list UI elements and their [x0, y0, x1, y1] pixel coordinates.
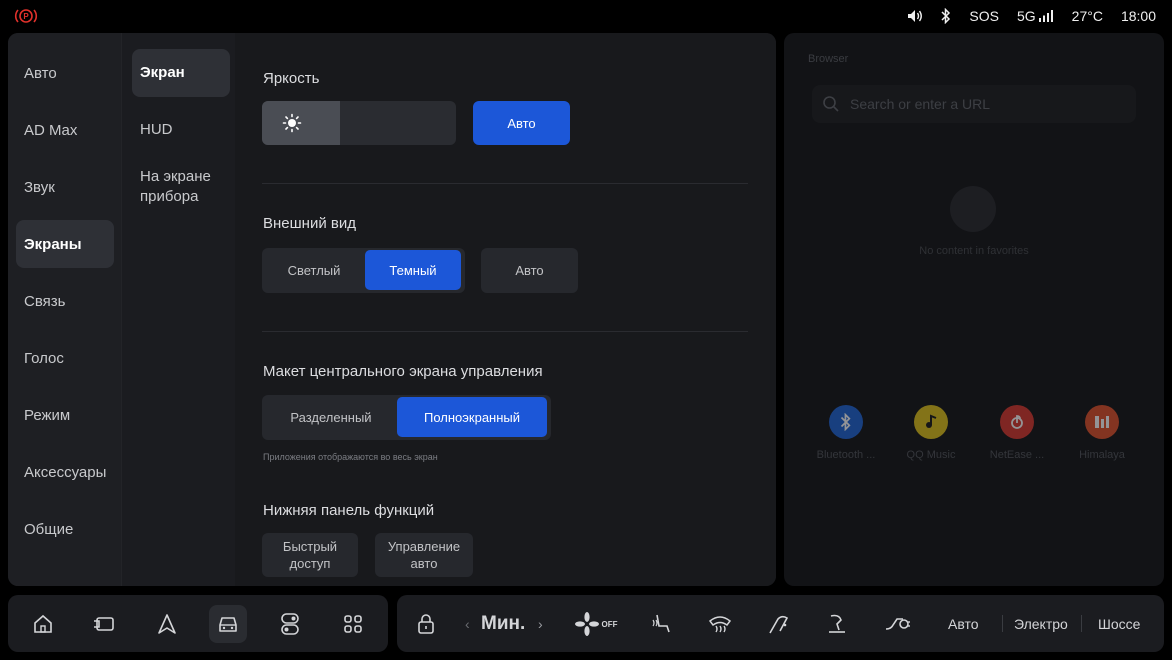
- seat-heating-icon[interactable]: [642, 605, 680, 643]
- quick-access-button[interactable]: Быстрый доступ: [262, 533, 358, 577]
- dock-right: ‹ Мин. › OFF Авто Электро Шоссе: [397, 595, 1164, 652]
- signal-icon: [1038, 10, 1053, 22]
- navigation-icon[interactable]: [148, 605, 186, 643]
- app-label: QQ Music: [906, 449, 956, 461]
- sidebar-item-screens[interactable]: Экраны: [16, 220, 114, 268]
- appearance-title: Внешний вид: [263, 215, 356, 232]
- layout-hint: Приложения отображаются во весь экран: [263, 452, 438, 462]
- apps-grid-icon[interactable]: [334, 605, 372, 643]
- divider: [1081, 615, 1082, 632]
- fan-increase-arrow[interactable]: ›: [538, 595, 543, 652]
- appearance-toggle: Светлый Темный: [262, 248, 465, 293]
- front-defrost-icon[interactable]: [701, 605, 739, 643]
- appearance-auto-button[interactable]: Авто: [481, 248, 578, 293]
- subnav-item-instrument-screen[interactable]: На экране прибора: [132, 167, 224, 207]
- browser-search-input[interactable]: Search or enter a URL: [812, 85, 1136, 123]
- appearance-dark-option[interactable]: Темный: [365, 250, 461, 290]
- layout-split-option[interactable]: Разделенный: [266, 397, 396, 437]
- sidebar-item-connection[interactable]: Связь: [16, 277, 114, 325]
- status-bar: P SOS 5G 27°C 18:00: [0, 0, 1172, 32]
- mode-auto-button[interactable]: Авто: [948, 595, 979, 652]
- search-icon: [823, 96, 839, 112]
- app-shortcut[interactable]: Bluetooth ...: [806, 405, 886, 461]
- browser-title: Browser: [808, 53, 849, 65]
- layout-title: Макет центрального экрана управления: [263, 363, 543, 380]
- settings-panel: Авто AD Max Звук Экраны Связь Голос Режи…: [8, 33, 776, 586]
- empty-favorites-icon: [950, 186, 996, 232]
- sidebar-item-mode[interactable]: Режим: [16, 391, 114, 439]
- clock: 18:00: [1120, 8, 1156, 24]
- toggle-icon[interactable]: [271, 605, 309, 643]
- sidebar-item-sound[interactable]: Звук: [16, 163, 114, 211]
- car-icon[interactable]: [209, 605, 247, 643]
- sos-label[interactable]: SOS: [969, 8, 999, 24]
- brightness-auto-button[interactable]: Авто: [473, 101, 570, 145]
- category-sidebar: Авто AD Max Звук Экраны Связь Голос Режи…: [8, 33, 121, 586]
- app-shortcut[interactable]: Himalaya: [1062, 405, 1142, 461]
- network-label: 5G: [1016, 8, 1036, 24]
- wallet-icon[interactable]: [85, 605, 123, 643]
- volume-icon[interactable]: [907, 9, 923, 23]
- subcategory-sidebar: Экран HUD На экране прибора: [121, 33, 235, 586]
- sun-icon: [282, 113, 302, 133]
- fan-icon[interactable]: OFF: [571, 605, 621, 643]
- bluetooth-app-icon: [829, 405, 863, 439]
- home-icon[interactable]: [24, 605, 62, 643]
- lock-icon[interactable]: [407, 605, 445, 643]
- mirror-icon[interactable]: [760, 605, 798, 643]
- brightness-slider[interactable]: [262, 101, 456, 145]
- sidebar-item-auto[interactable]: Авто: [16, 49, 114, 97]
- layout-fullscreen-option[interactable]: Полноэкранный: [397, 397, 547, 437]
- svg-text:P: P: [23, 12, 29, 21]
- app-shortcut[interactable]: NetEase ...: [977, 405, 1057, 461]
- temperature-label: 27°C: [1071, 8, 1103, 24]
- subnav-item-hud[interactable]: HUD: [132, 120, 230, 140]
- sidebar-item-ad-max[interactable]: AD Max: [16, 106, 114, 154]
- charging-port-icon[interactable]: [878, 605, 916, 643]
- sidebar-item-accessories[interactable]: Аксессуары: [16, 448, 114, 496]
- browser-empty-text: No content in favorites: [919, 245, 1029, 257]
- browser-search-placeholder: Search or enter a URL: [850, 96, 991, 112]
- sidebar-item-general[interactable]: Общие: [16, 505, 114, 553]
- steering-heat-icon[interactable]: [818, 605, 856, 643]
- fan-speed-label: Мин.: [481, 612, 526, 634]
- sidebar-item-voice[interactable]: Голос: [16, 334, 114, 382]
- bottom-bar-title: Нижняя панель функций: [263, 502, 435, 519]
- app-shortcut[interactable]: QQ Music: [891, 405, 971, 461]
- netease-music-icon: [1000, 405, 1034, 439]
- fan-status-label: OFF: [601, 619, 618, 629]
- app-label: Himalaya: [1079, 449, 1125, 461]
- qq-music-icon: [914, 405, 948, 439]
- brightness-title: Яркость: [263, 70, 320, 87]
- mode-electric-button[interactable]: Электро: [1014, 595, 1068, 652]
- bluetooth-icon[interactable]: [941, 8, 951, 24]
- app-label: Bluetooth ...: [816, 449, 876, 461]
- divider: [262, 183, 748, 184]
- appearance-light-option[interactable]: Светлый: [266, 250, 362, 290]
- layout-toggle: Разделенный Полноэкранный: [262, 395, 551, 440]
- fan-decrease-arrow[interactable]: ‹: [465, 595, 470, 652]
- settings-content: Яркость Авто Внешний вид Светлый Темный …: [235, 33, 776, 586]
- mode-highway-button[interactable]: Шоссе: [1098, 595, 1140, 652]
- divider: [1002, 615, 1003, 632]
- himalaya-icon: [1085, 405, 1119, 439]
- car-control-button[interactable]: Управление авто: [375, 533, 473, 577]
- dock-left: [8, 595, 388, 652]
- divider: [262, 331, 748, 332]
- app-label: NetEase ...: [989, 449, 1045, 461]
- parking-brake-icon: P: [14, 9, 38, 23]
- subnav-item-screen[interactable]: Экран: [132, 49, 230, 97]
- browser-panel: Browser Search or enter a URL No content…: [784, 33, 1164, 586]
